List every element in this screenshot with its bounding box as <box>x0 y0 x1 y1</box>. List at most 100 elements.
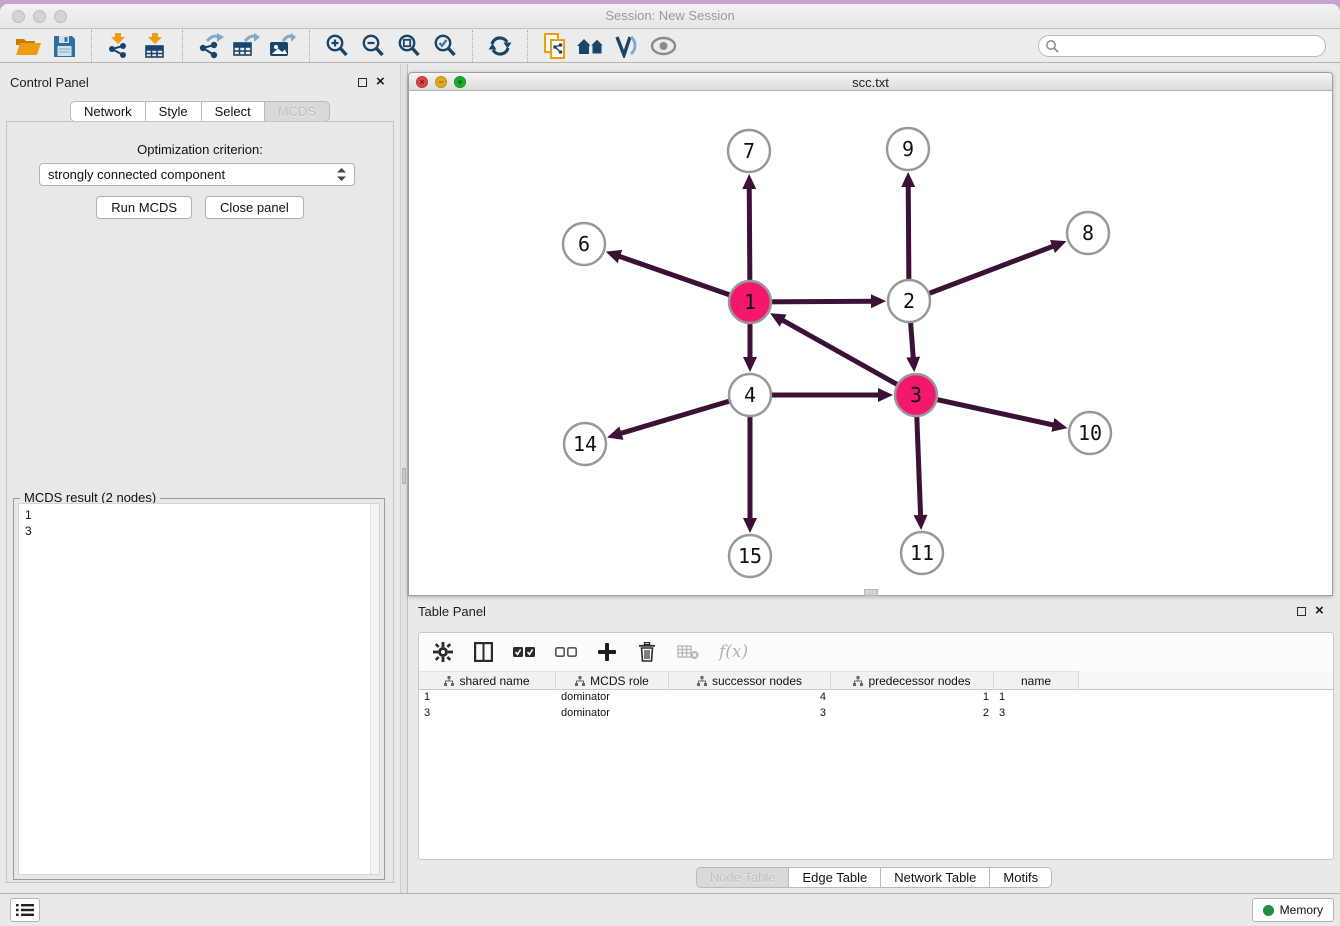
network-graph: 7 9 6 8 1 2 4 3 14 10 15 11 <box>409 92 1332 596</box>
result-scrollbar[interactable] <box>370 504 379 874</box>
table-cell[interactable]: 3 <box>994 706 1079 722</box>
tab-motifs[interactable]: Motifs <box>989 867 1052 888</box>
graph-node-8[interactable]: 8 <box>1067 212 1109 254</box>
edge-arrowhead <box>906 357 920 372</box>
table-cell[interactable]: 1 <box>419 690 556 706</box>
import-network-icon[interactable] <box>101 31 137 61</box>
function-builder-icon: f(x) <box>719 642 748 662</box>
network-window-titlebar[interactable]: × − + scc.txt <box>409 73 1332 91</box>
column-type-icon <box>575 676 585 686</box>
graph-node-7[interactable]: 7 <box>728 130 770 172</box>
show-hide-icon[interactable] <box>645 31 681 61</box>
table-cell[interactable]: 2 <box>831 706 994 722</box>
memory-button[interactable]: Memory <box>1252 898 1334 922</box>
graph-node-6[interactable]: 6 <box>563 223 605 265</box>
graph-node-14[interactable]: 14 <box>564 423 606 465</box>
edge-arrowhead <box>742 174 756 189</box>
apply-style-icon[interactable] <box>609 31 645 61</box>
graph-node-11[interactable]: 11 <box>901 532 943 574</box>
optimization-criterion-dropdown[interactable]: strongly connected component <box>39 163 355 186</box>
column-type-icon <box>444 676 454 686</box>
column-header-successor-nodes[interactable]: successor nodes <box>669 671 831 690</box>
task-history-button[interactable] <box>10 898 40 922</box>
add-column-icon[interactable] <box>597 643 617 661</box>
close-panel-icon[interactable]: × <box>376 77 385 87</box>
graph-edge-2-8[interactable] <box>909 240 1066 301</box>
mcds-result-groupbox: MCDS result (2 nodes) 1 3 <box>13 498 385 880</box>
toolbar-separator <box>472 30 473 62</box>
graph-node-15[interactable]: 15 <box>729 535 771 577</box>
graph-edge-1-6[interactable] <box>606 250 750 302</box>
export-image-icon[interactable] <box>264 31 300 61</box>
edge-arrowhead <box>606 250 622 263</box>
control-panel-title: Control Panel <box>10 75 89 90</box>
column-header-predecessor-nodes[interactable]: predecessor nodes <box>831 671 994 690</box>
edge-arrowhead <box>743 357 757 372</box>
zoom-selected-icon[interactable] <box>427 31 463 61</box>
save-session-icon[interactable] <box>46 31 82 61</box>
table-cell[interactable]: dominator <box>556 706 669 722</box>
column-type-icon <box>853 676 863 686</box>
graph-edge-4-14[interactable] <box>607 395 750 440</box>
table-cell[interactable]: 3 <box>669 706 831 722</box>
graph-node-9[interactable]: 9 <box>887 128 929 170</box>
edge-arrowhead <box>1051 418 1067 432</box>
graph-edge-3-10[interactable] <box>916 395 1068 432</box>
table-cell[interactable]: 4 <box>669 690 831 706</box>
column-header-mcds-role[interactable]: MCDS role <box>556 671 669 690</box>
zoom-out-icon[interactable] <box>355 31 391 61</box>
import-table-icon[interactable] <box>137 31 173 61</box>
float-panel-icon[interactable] <box>358 78 367 87</box>
tab-network[interactable]: Network <box>70 101 146 122</box>
refresh-network-icon[interactable] <box>482 31 518 61</box>
horizontal-splitter-handle[interactable] <box>864 589 878 596</box>
select-all-checkboxes-icon[interactable] <box>513 645 535 659</box>
tab-mcds[interactable]: MCDS <box>264 101 330 122</box>
table-columns-icon[interactable] <box>473 642 493 662</box>
close-panel-button[interactable]: Close panel <box>205 196 304 219</box>
table-cell[interactable]: 1 <box>994 690 1079 706</box>
tab-edge-table[interactable]: Edge Table <box>788 867 881 888</box>
graph-node-4[interactable]: 4 <box>729 374 771 416</box>
network-view-window: × − + scc.txt 7 9 6 8 1 2 4 3 14 10 15 11 <box>408 72 1333 596</box>
node-label: 9 <box>902 137 914 161</box>
tab-network-table[interactable]: Network Table <box>880 867 990 888</box>
column-header-name[interactable]: name <box>994 671 1079 690</box>
tab-node-table[interactable]: Node Table <box>696 867 790 888</box>
edge-arrowhead <box>901 172 915 187</box>
search-input[interactable] <box>1038 35 1326 57</box>
table-settings-gear-icon[interactable] <box>433 642 453 662</box>
network-canvas[interactable]: 7 9 6 8 1 2 4 3 14 10 15 11 <box>409 92 1332 595</box>
graph-edge-3-1[interactable] <box>770 313 916 395</box>
graph-node-1[interactable]: 1 <box>729 281 771 323</box>
tab-select[interactable]: Select <box>201 101 265 122</box>
export-table-icon[interactable] <box>228 31 264 61</box>
deselect-all-checkboxes-icon[interactable] <box>555 645 577 659</box>
splitter-handle[interactable] <box>402 468 406 484</box>
mcds-result-area[interactable]: 1 3 <box>18 503 380 875</box>
table-cell[interactable]: 1 <box>831 690 994 706</box>
column-header-shared-name[interactable]: shared name <box>419 671 556 690</box>
node-label: 4 <box>744 383 756 407</box>
graph-node-10[interactable]: 10 <box>1069 412 1111 454</box>
table-cell[interactable]: dominator <box>556 690 669 706</box>
first-neighbors-icon[interactable] <box>573 31 609 61</box>
table-cell[interactable]: 3 <box>419 706 556 722</box>
graph-node-2[interactable]: 2 <box>888 280 930 322</box>
vertical-splitter[interactable] <box>400 64 408 893</box>
table-row[interactable]: 3dominator323 <box>419 706 1333 722</box>
edge-arrowhead <box>607 426 623 439</box>
table-row[interactable]: 1dominator411 <box>419 690 1333 706</box>
clone-network-icon[interactable] <box>537 31 573 61</box>
close-table-panel-icon[interactable]: × <box>1315 606 1324 616</box>
run-mcds-button[interactable]: Run MCDS <box>96 196 192 219</box>
graph-node-3[interactable]: 3 <box>895 374 937 416</box>
export-network-icon[interactable] <box>192 31 228 61</box>
mcds-panel: Optimization criterion: strongly connect… <box>6 121 394 883</box>
float-table-panel-icon[interactable] <box>1297 607 1306 616</box>
tab-style[interactable]: Style <box>145 101 202 122</box>
zoom-fit-icon[interactable] <box>391 31 427 61</box>
open-session-icon[interactable] <box>10 31 46 61</box>
zoom-in-icon[interactable] <box>319 31 355 61</box>
delete-column-icon[interactable] <box>637 642 657 662</box>
